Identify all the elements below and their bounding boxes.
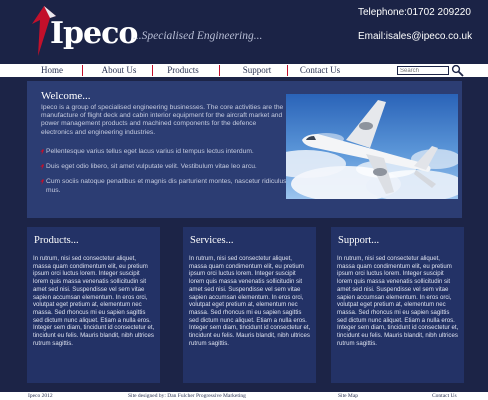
list-item: Cum sociis natoque penatibus et magnis d… bbox=[40, 178, 293, 194]
welcome-bullet-list: Pellentesque varius tellus eget lacus va… bbox=[40, 148, 293, 202]
welcome-panel: Welcome... Ipeco is a group of specialis… bbox=[27, 81, 462, 218]
search-input[interactable] bbox=[397, 66, 449, 75]
products-text: In rutrum, nisi sed consectetur aliquet,… bbox=[33, 255, 155, 347]
products-column: Products... In rutrum, nisi sed consecte… bbox=[27, 227, 160, 383]
site-footer: Ipeco 2012 Site designed by: Dan Fulcher… bbox=[0, 392, 488, 400]
list-item: Duis eget odio libero, sit amet vulputat… bbox=[40, 163, 293, 171]
nav-about-us[interactable]: About Us bbox=[88, 64, 150, 77]
nav-divider bbox=[152, 65, 153, 76]
nav-divider bbox=[82, 65, 83, 76]
products-title[interactable]: Products... bbox=[34, 235, 79, 246]
support-title[interactable]: Support... bbox=[338, 235, 379, 246]
nav-divider bbox=[219, 65, 220, 76]
logo-text: Ipeco bbox=[50, 16, 138, 51]
telephone-number: Telephone:01702 209220 bbox=[358, 7, 471, 18]
footer-contact-link[interactable]: Contact Us bbox=[432, 392, 457, 400]
bullet-text: Pellentesque varius tellus eget lacus va… bbox=[46, 148, 254, 155]
site-header: Ipeco ...Specialised Engineering... Tele… bbox=[0, 0, 488, 64]
support-column: Support... In rutrum, nisi sed consectet… bbox=[331, 227, 464, 383]
site-logo[interactable]: Ipeco bbox=[30, 4, 138, 58]
services-column: Services... In rutrum, nisi sed consecte… bbox=[183, 227, 316, 383]
bullet-text: Duis eget odio libero, sit amet vulputat… bbox=[46, 163, 257, 171]
bullet-text: Cum sociis natoque penatibus et magnis d… bbox=[46, 178, 287, 194]
support-text: In rutrum, nisi sed consectetur aliquet,… bbox=[337, 255, 459, 347]
welcome-title: Welcome... bbox=[41, 90, 91, 102]
services-text: In rutrum, nisi sed consectetur aliquet,… bbox=[189, 255, 311, 347]
welcome-intro: Ipeco is a group of specialised engineer… bbox=[41, 104, 284, 136]
tagline: ...Specialised Engineering... bbox=[133, 30, 263, 42]
services-title[interactable]: Services... bbox=[190, 235, 233, 246]
list-item: Pellentesque varius tellus eget lacus va… bbox=[40, 148, 293, 156]
red-bullet-icon bbox=[40, 179, 44, 186]
search-icon[interactable] bbox=[451, 64, 464, 77]
nav-home[interactable]: Home bbox=[28, 64, 76, 77]
footer-credit[interactable]: Site designed by: Dan Fulcher Progressiv… bbox=[128, 392, 246, 400]
footer-sitemap-link[interactable]: Site Map bbox=[338, 392, 358, 400]
airplane-photo bbox=[286, 94, 458, 199]
red-bullet-icon bbox=[40, 164, 44, 171]
nav-divider bbox=[287, 65, 288, 76]
nav-support[interactable]: Support bbox=[228, 64, 286, 77]
red-bullet-icon bbox=[40, 149, 44, 155]
email-address[interactable]: Email:isales@ipeco.co.uk bbox=[358, 31, 472, 42]
nav-products[interactable]: Products bbox=[156, 64, 210, 77]
footer-copyright: Ipeco 2012 bbox=[28, 393, 53, 399]
nav-contact-us[interactable]: Contact Us bbox=[292, 64, 348, 77]
